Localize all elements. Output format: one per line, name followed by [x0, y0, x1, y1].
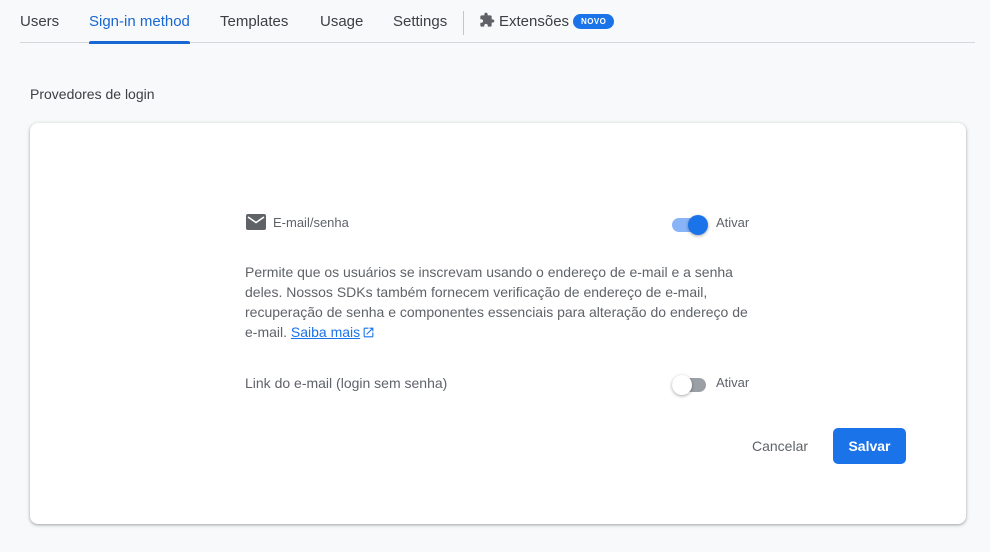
tab-settings[interactable]: Settings: [393, 0, 447, 43]
tab-sign-in-method[interactable]: Sign-in method: [89, 0, 190, 44]
providers-card: E-mail/senha Ativar Permite que os usuár…: [30, 123, 966, 524]
extension-icon: [480, 12, 495, 27]
provider-description: Permite que os usuários se inscrevam usa…: [245, 262, 750, 342]
section-title: Provedores de login: [30, 86, 155, 102]
tab-templates[interactable]: Templates: [220, 0, 288, 43]
toggle-thumb: [688, 215, 708, 235]
email-link-toggle[interactable]: [672, 372, 708, 395]
email-password-toggle-label: Ativar: [716, 215, 750, 230]
save-button[interactable]: Salvar: [833, 428, 906, 464]
tab-extensions-label: Extensões: [499, 13, 570, 30]
email-link-label: Link do e-mail (login sem senha): [245, 375, 448, 391]
open-in-new-icon[interactable]: [362, 326, 375, 339]
tab-extensions[interactable]: Extensões NOVO: [479, 0, 615, 43]
tab-divider: [463, 11, 464, 35]
provider-name: E-mail/senha: [273, 215, 349, 230]
toggle-thumb: [672, 375, 692, 395]
learn-more-link[interactable]: Saiba mais: [291, 324, 360, 340]
email-password-toggle[interactable]: [672, 212, 708, 235]
new-badge: NOVO: [573, 14, 615, 29]
email-link-toggle-label: Ativar: [716, 375, 750, 390]
tab-usage[interactable]: Usage: [320, 0, 363, 43]
tab-bar: Users Sign-in method Templates Usage Set…: [20, 0, 975, 44]
tab-users[interactable]: Users: [20, 0, 59, 43]
cancel-button[interactable]: Cancelar: [738, 428, 822, 464]
mail-icon: [246, 214, 266, 230]
